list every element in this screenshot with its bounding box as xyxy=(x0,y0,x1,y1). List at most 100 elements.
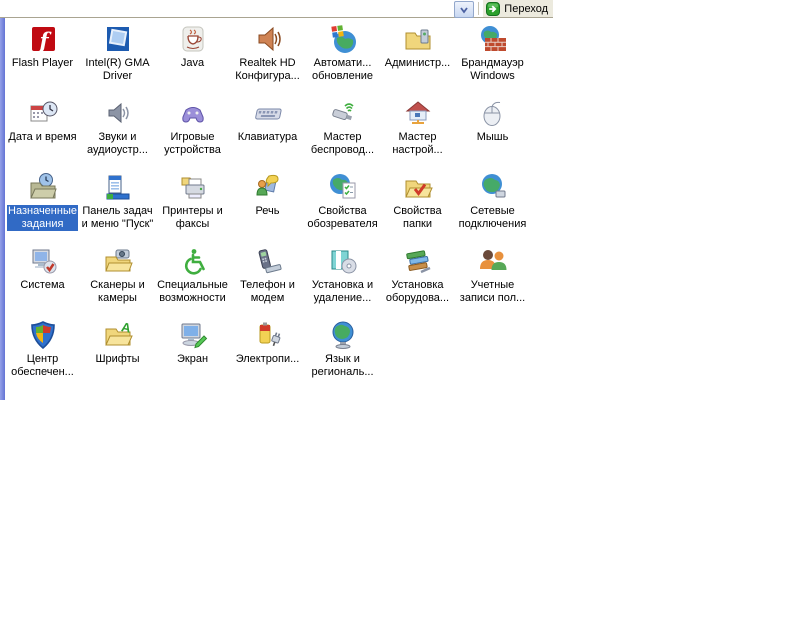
cp-item-label: Установка оборудова... xyxy=(385,279,450,305)
windows-update-globe-icon xyxy=(327,23,359,55)
cp-item-label: Свойства папки xyxy=(392,205,442,231)
cp-item-game-controllers[interactable]: Игровые устройства xyxy=(155,94,230,168)
cp-item-security-center[interactable]: Центр обеспечен... xyxy=(5,316,80,390)
folder-letter-a-icon: A xyxy=(102,319,134,351)
cp-item-label: Realtek HD Конфигура... xyxy=(234,57,301,83)
cp-item-mouse[interactable]: Мышь xyxy=(455,94,530,168)
gamepad-icon xyxy=(177,97,209,129)
wireless-usb-icon xyxy=(327,97,359,129)
go-button[interactable]: Переход xyxy=(483,0,553,17)
cp-item-label: Мастер беспровод... xyxy=(310,131,375,157)
cp-item-java[interactable]: Java xyxy=(155,20,230,94)
wheelchair-icon xyxy=(177,245,209,277)
cp-item-fonts[interactable]: A Шрифты xyxy=(80,316,155,390)
cp-item-internet-options[interactable]: Свойства обозревателя xyxy=(305,168,380,242)
address-dropdown-button[interactable] xyxy=(454,1,474,18)
cp-item-label: Звуки и аудиоустр... xyxy=(86,131,149,157)
address-input[interactable] xyxy=(0,0,454,17)
folder-camera-icon xyxy=(102,245,134,277)
cp-item-label: Телефон и модем xyxy=(239,279,296,305)
icon-grid: f Flash Player Intel(R) GMA Driver Java Real… xyxy=(5,18,535,390)
cp-item-label: Учетные записи пол... xyxy=(459,279,526,305)
cp-item-wireless-wizard[interactable]: Мастер беспровод... xyxy=(305,94,380,168)
printer-icon xyxy=(177,171,209,203)
java-icon xyxy=(177,23,209,55)
hardware-stack-icon xyxy=(402,245,434,277)
calendar-clock-icon xyxy=(27,97,59,129)
cp-item-administrative-tools[interactable]: Администр... xyxy=(380,20,455,94)
folder-check-icon xyxy=(402,171,434,203)
cp-item-add-hardware[interactable]: Установка оборудова... xyxy=(380,242,455,316)
firewall-brick-globe-icon xyxy=(477,23,509,55)
cp-item-add-remove-programs[interactable]: Установка и удаление... xyxy=(305,242,380,316)
cp-item-label: Intel(R) GMA Driver xyxy=(84,57,150,83)
cp-item-printers-faxes[interactable]: Принтеры и факсы xyxy=(155,168,230,242)
monitor-pencil-icon xyxy=(177,319,209,351)
cp-item-phone-modem[interactable]: Телефон и модем xyxy=(230,242,305,316)
cp-item-realtek-hd-audio[interactable]: Realtek HD Конфигура... xyxy=(230,20,305,94)
cp-item-label: Речь xyxy=(254,205,280,218)
cp-item-label: Центр обеспечен... xyxy=(10,353,75,379)
software-box-cd-icon xyxy=(327,245,359,277)
chevron-down-icon xyxy=(458,5,470,15)
cp-item-label: Игровые устройства xyxy=(163,131,222,157)
cp-item-label: Свойства обозревателя xyxy=(306,205,378,231)
flash-player-icon: f xyxy=(27,23,59,55)
cp-item-date-time[interactable]: Дата и время xyxy=(5,94,80,168)
phone-modem-icon xyxy=(252,245,284,277)
cp-item-power-options[interactable]: Электропи... xyxy=(230,316,305,390)
keyboard-icon xyxy=(252,97,284,129)
cp-item-network-setup-wizard[interactable]: Мастер настрой... xyxy=(380,94,455,168)
cp-item-label: Принтеры и факсы xyxy=(161,205,224,231)
cp-item-sounds-audio[interactable]: Звуки и аудиоустр... xyxy=(80,94,155,168)
computer-check-icon xyxy=(27,245,59,277)
cp-item-taskbar-start-menu[interactable]: Панель задач и меню "Пуск" xyxy=(80,168,155,242)
cp-item-automatic-updates[interactable]: Автомати... обновление xyxy=(305,20,380,94)
cp-item-label: Специальные возможности xyxy=(156,279,229,305)
two-users-icon xyxy=(477,245,509,277)
cp-item-label: Мышь xyxy=(476,131,510,144)
cp-item-accessibility[interactable]: Специальные возможности xyxy=(155,242,230,316)
cp-item-label: Мастер настрой... xyxy=(391,131,443,157)
cp-item-label: Сканеры и камеры xyxy=(89,279,146,305)
cp-item-display[interactable]: Экран xyxy=(155,316,230,390)
svg-text:A: A xyxy=(119,319,132,336)
cp-item-label: Дата и время xyxy=(7,131,77,144)
cp-item-label: Flash Player xyxy=(11,57,74,70)
speaker-icon xyxy=(102,97,134,129)
cp-item-label: Автомати... обновление xyxy=(311,57,374,83)
control-panel-content: f Flash Player Intel(R) GMA Driver Java Real… xyxy=(5,18,535,400)
intel-gma-driver-icon xyxy=(102,23,134,55)
speech-person-icon xyxy=(252,171,284,203)
cp-item-scanners-cameras[interactable]: Сканеры и камеры xyxy=(80,242,155,316)
globe-connector-icon xyxy=(477,171,509,203)
mouse-icon xyxy=(477,97,509,129)
address-toolbar: Переход xyxy=(0,0,553,18)
cp-item-flash-player[interactable]: f Flash Player xyxy=(5,20,80,94)
realtek-speaker-icon xyxy=(252,23,284,55)
cp-item-label: Система xyxy=(19,279,65,292)
cp-item-label: Электропи... xyxy=(235,353,301,366)
toolbar-separator xyxy=(478,2,480,15)
cp-item-system[interactable]: Система xyxy=(5,242,80,316)
cp-item-regional-language[interactable]: Язык и региональ... xyxy=(305,316,380,390)
cp-item-label: Экран xyxy=(176,353,209,366)
cp-item-network-connections[interactable]: Сетевые подключения xyxy=(455,168,530,242)
cp-item-label: Назначенные задания xyxy=(7,205,78,231)
cp-item-keyboard[interactable]: Клавиатура xyxy=(230,94,305,168)
cp-item-label: Брандмауэр Windows xyxy=(460,57,525,83)
cp-item-windows-firewall[interactable]: Брандмауэр Windows xyxy=(455,20,530,94)
battery-plug-icon xyxy=(252,319,284,351)
cp-item-label: Шрифты xyxy=(94,353,140,366)
cp-item-speech[interactable]: Речь xyxy=(230,168,305,242)
cp-item-scheduled-tasks[interactable]: Назначенные задания xyxy=(5,168,80,242)
cp-item-user-accounts[interactable]: Учетные записи пол... xyxy=(455,242,530,316)
cp-item-label: Сетевые подключения xyxy=(458,205,528,231)
cp-item-intel-gma-driver[interactable]: Intel(R) GMA Driver xyxy=(80,20,155,94)
go-button-label: Переход xyxy=(504,3,548,15)
cp-item-folder-options[interactable]: Свойства папки xyxy=(380,168,455,242)
cp-item-label: Администр... xyxy=(384,57,452,70)
cp-item-label: Java xyxy=(180,57,205,70)
cp-item-label: Панель задач и меню "Пуск" xyxy=(81,205,155,231)
house-network-icon xyxy=(402,97,434,129)
